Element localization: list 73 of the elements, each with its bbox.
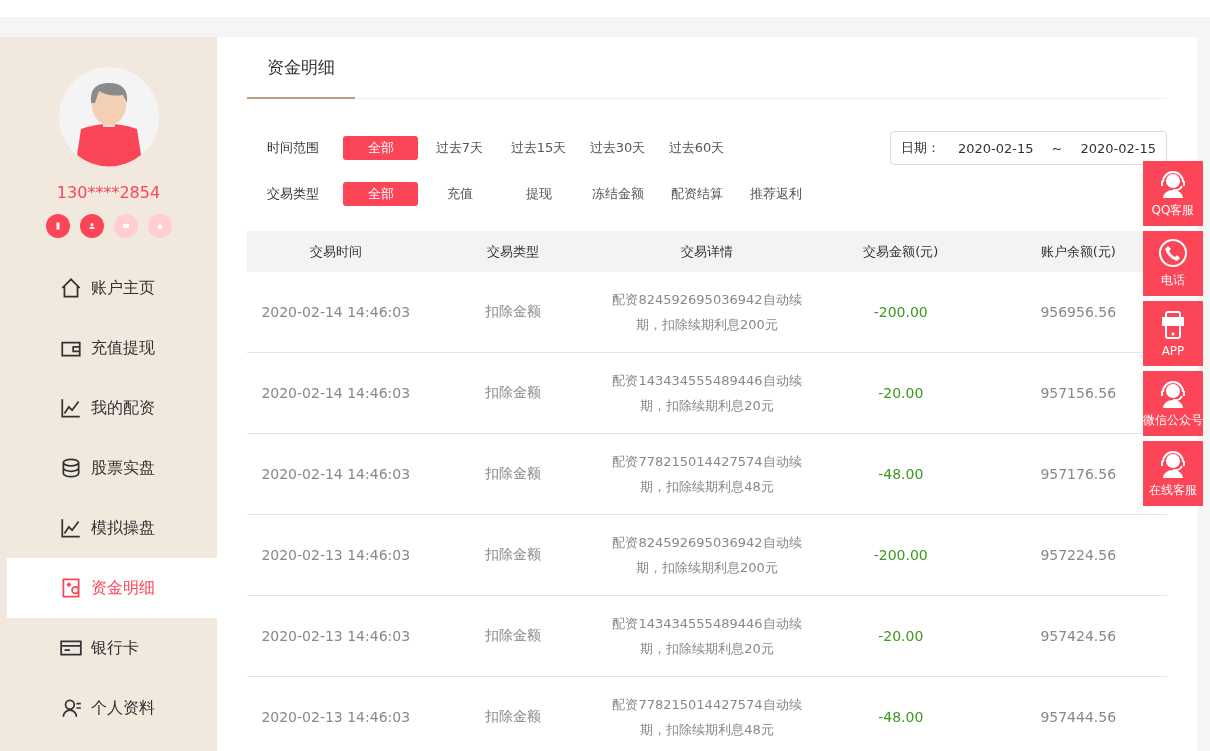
filter-option[interactable]: 冻结金额 (580, 182, 655, 206)
table-cell-text: 2020-02-14 14:46:03 (260, 466, 412, 482)
table-cell-text: 扣除金额 (484, 465, 543, 483)
table-cell-text: 957176.56 (1039, 466, 1118, 482)
filter-option[interactable]: 过去60天 (659, 136, 734, 160)
table-cell-text: 扣除金额 (484, 708, 543, 726)
table-cell-text: -20.00 (877, 385, 925, 401)
column-header: 交易时间 (308, 242, 363, 261)
table-cell-text: 2020-02-13 14:46:03 (260, 709, 412, 725)
avatar-icon (58, 67, 159, 167)
table-cell-text: 957424.56 (1039, 628, 1118, 644)
table-cell-text: 2020-02-13 14:46:03 (260, 628, 412, 644)
headset-icon (1158, 448, 1188, 478)
end-date: 2020-02-15 (1080, 140, 1156, 156)
filter-option[interactable]: 提现 (501, 182, 576, 206)
filter-option[interactable]: 充值 (422, 182, 497, 206)
table-cell-text: 配资778215014427574自动续期，扣除续期利息48元 (611, 453, 803, 496)
table-cell-text: 957156.56 (1039, 385, 1118, 401)
table-cell-text: 配资824592695036942自动续期，扣除续期利息200元 (611, 534, 803, 577)
sidebar-item[interactable]: 账户主页 (7, 258, 217, 318)
column-header: 账户余额(元) (1039, 242, 1117, 261)
filter-option[interactable]: 推荐返利 (738, 182, 813, 206)
sidebar-item[interactable]: 银行卡 (7, 618, 217, 678)
table-cell-text: 2020-02-13 14:46:03 (260, 547, 412, 563)
table-cell-text: 2020-02-14 14:46:03 (260, 304, 412, 320)
sidebar-item[interactable]: 模拟操盘 (7, 498, 217, 558)
table-cell-text: 957224.56 (1039, 547, 1118, 563)
table-cell-text: 956956.56 (1039, 304, 1118, 320)
verification-icon[interactable] (45, 214, 70, 238)
table-cell-text: 配资824592695036942自动续期，扣除续期利息200元 (611, 291, 803, 334)
table-cell-text: -200.00 (872, 304, 929, 320)
chart-icon (59, 396, 83, 420)
filter-option[interactable]: 过去30天 (580, 136, 655, 160)
coin-stack-icon (59, 456, 83, 480)
sidebar-item[interactable]: 个人资料 (7, 678, 217, 738)
table-cell-text: 957444.56 (1039, 709, 1118, 725)
sidebar-item[interactable]: 我的配资 (7, 378, 217, 438)
home-icon (59, 276, 83, 300)
chart-icon (59, 516, 83, 540)
table-cell-text: 配资143434555489446自动续期，扣除续期利息20元 (611, 615, 803, 658)
table-cell-text: 扣除金额 (484, 546, 543, 564)
document-icon (59, 576, 83, 600)
table-cell-text: -20.00 (877, 628, 925, 644)
sidebar-item[interactable]: 充值提现 (7, 318, 217, 378)
table-cell-text: 配资143434555489446自动续期，扣除续期利息20元 (611, 372, 803, 415)
table-cell-text: 2020-02-14 14:46:03 (260, 385, 412, 401)
filter-option[interactable]: 过去15天 (501, 136, 576, 160)
phone-icon (1158, 238, 1188, 268)
table-cell-text: 扣除金额 (484, 627, 543, 645)
start-date: 2020-02-15 (957, 140, 1034, 156)
filter-label: 时间范围 (267, 139, 320, 157)
user-phone: 130****2854 (56, 183, 161, 202)
filter-option[interactable]: 过去7天 (422, 136, 497, 160)
sidebar-item[interactable]: 股票实盘 (7, 438, 217, 498)
filter-label: 交易类型 (267, 185, 320, 203)
table-cell-text: 配资778215014427574自动续期，扣除续期利息48元 (611, 696, 803, 739)
sidebar-item[interactable]: 资金明细 (7, 558, 217, 618)
date-label: 日期： (900, 139, 940, 157)
verification-icon[interactable] (79, 214, 104, 238)
table-cell-text: -48.00 (877, 709, 925, 725)
column-header: 交易详情 (680, 242, 734, 261)
date-separator: ~ (1051, 140, 1063, 156)
column-header: 交易金额(元) (862, 242, 940, 261)
table-cell-text: -48.00 (877, 466, 925, 482)
filter-option[interactable]: 配资结算 (659, 182, 734, 206)
date-range-field[interactable]: 日期： 2020-02-15 ~ 2020-02-15 (889, 131, 1167, 165)
page-tab[interactable]: 资金明细 (247, 56, 355, 99)
table-cell-text: 扣除金额 (484, 384, 543, 402)
headset-icon (1158, 168, 1188, 198)
headset-icon (1158, 378, 1188, 408)
table-cell-text: -200.00 (872, 547, 929, 563)
table-cell-text: 扣除金额 (484, 303, 543, 321)
column-header: 交易类型 (486, 242, 541, 261)
